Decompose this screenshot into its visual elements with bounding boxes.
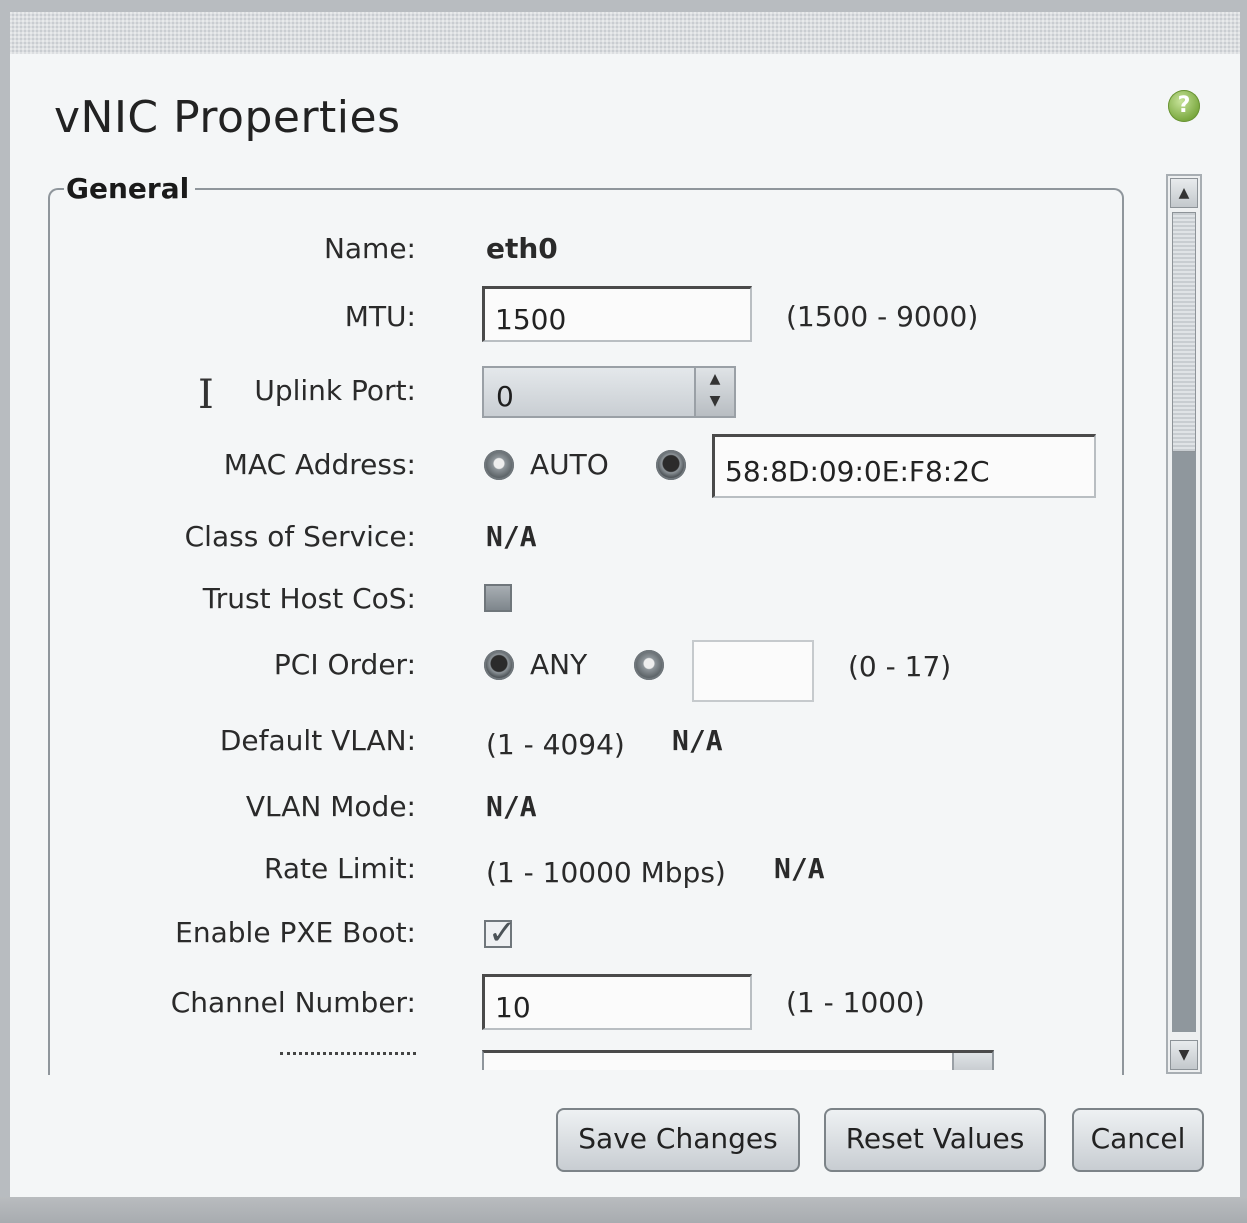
uplink-port-label: Uplink Port: — [254, 374, 416, 407]
reset-values-button[interactable]: Reset Values — [824, 1108, 1046, 1172]
trust-host-cos-label: Trust Host CoS: — [202, 582, 416, 615]
mac-address-label: MAC Address: — [223, 448, 416, 481]
save-changes-button[interactable]: Save Changes — [556, 1108, 800, 1172]
pci-order-range: (0 - 17) — [848, 650, 952, 683]
vertical-scrollbar[interactable]: ▲ ▼ — [1166, 174, 1202, 1074]
default-vlan-value: N/A — [672, 724, 723, 757]
uplink-port-select[interactable]: 0 ▲ ▼ — [482, 366, 736, 418]
name-value: eth0 — [486, 232, 558, 265]
scroll-up-arrow-icon[interactable]: ▲ — [1170, 178, 1198, 208]
vnic-properties-dialog: vNIC Properties ? General Name: eth0 MTU… — [10, 54, 1240, 1197]
mac-manual-radio[interactable] — [656, 450, 686, 480]
dropdown-arrow-icon[interactable] — [952, 1053, 992, 1070]
vlan-mode-label: VLAN Mode: — [245, 790, 416, 823]
mac-address-input[interactable]: 58:8D:09:0E:F8:2C — [712, 434, 1096, 498]
scroll-down-arrow-icon[interactable]: ▼ — [1170, 1040, 1198, 1070]
rate-limit-range: (1 - 10000 Mbps) — [486, 856, 726, 889]
spinner-arrows-icon[interactable]: ▲ ▼ — [694, 368, 734, 416]
vlan-mode-value: N/A — [486, 790, 537, 823]
mac-auto-radio[interactable] — [484, 450, 514, 480]
default-vlan-label: Default VLAN: — [219, 724, 416, 757]
pci-any-radio[interactable] — [484, 650, 514, 680]
scrollbar-thumb[interactable] — [1172, 212, 1196, 452]
checkmark-icon: ✓ — [488, 913, 517, 953]
dialog-title-bar[interactable] — [10, 12, 1240, 54]
pci-any-label: ANY — [530, 648, 588, 681]
channel-number-label: Channel Number: — [170, 986, 416, 1019]
channel-number-range: (1 - 1000) — [786, 986, 925, 1019]
mtu-input[interactable]: 1500 — [482, 286, 752, 342]
uplink-port-value: 0 — [496, 380, 514, 413]
window-bottom-strip — [0, 1197, 1247, 1223]
mtu-label: MTU: — [344, 300, 416, 333]
name-label: Name: — [323, 232, 416, 265]
mac-auto-label: AUTO — [530, 448, 609, 481]
pci-order-input[interactable] — [692, 640, 814, 702]
class-of-service-label: Class of Service: — [184, 520, 416, 553]
pci-manual-radio[interactable] — [634, 650, 664, 680]
section-label-general: General — [64, 172, 196, 205]
channel-number-input[interactable]: 10 — [482, 974, 752, 1030]
port-profile-label-clipped — [280, 1052, 416, 1063]
page-title: vNIC Properties — [54, 92, 401, 143]
form-scroll-area: Name: eth0 MTU: 1500 (1500 - 9000) Uplin… — [50, 204, 1118, 1070]
text-cursor-icon: I — [198, 372, 214, 418]
pci-order-label: PCI Order: — [273, 648, 416, 681]
rate-limit-value: N/A — [774, 852, 825, 885]
rate-limit-label: Rate Limit: — [264, 852, 416, 885]
enable-pxe-boot-checkbox[interactable]: ✓ — [484, 916, 517, 950]
default-vlan-range: (1 - 4094) — [486, 728, 625, 761]
enable-pxe-boot-label: Enable PXE Boot: — [175, 916, 416, 949]
help-icon[interactable]: ? — [1168, 90, 1200, 122]
trust-host-cos-checkbox[interactable] — [484, 584, 512, 612]
class-of-service-value: N/A — [486, 520, 537, 553]
port-profile-select-clipped[interactable] — [482, 1050, 994, 1070]
mtu-range: (1500 - 9000) — [786, 300, 979, 333]
cancel-button[interactable]: Cancel — [1072, 1108, 1204, 1172]
